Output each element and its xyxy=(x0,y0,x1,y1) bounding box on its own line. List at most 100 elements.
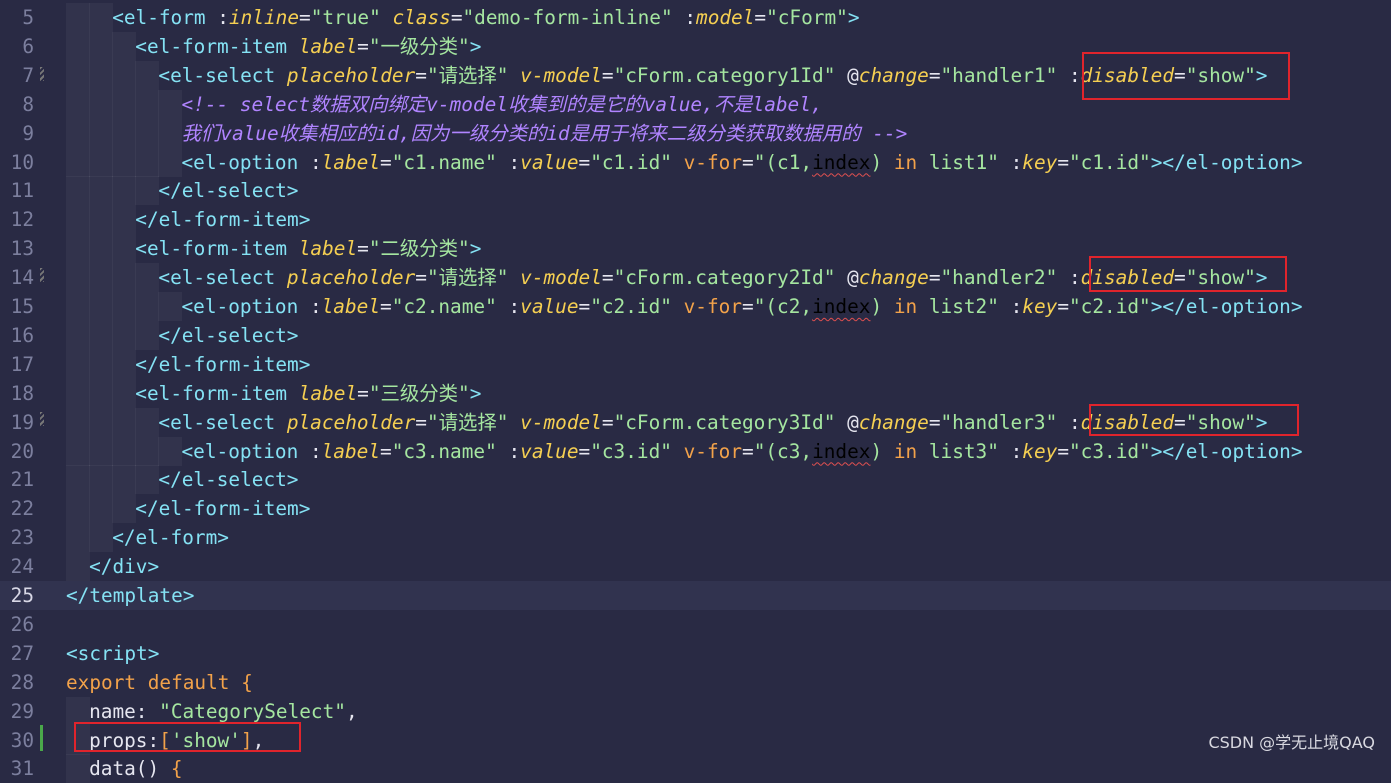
code-token: : xyxy=(1068,63,1081,87)
code-text: </template> xyxy=(66,581,194,610)
line-number: 18 xyxy=(10,381,34,405)
code-line[interactable]: 15 <el-option :label="c2.name" :value="c2… xyxy=(0,292,1391,321)
line-number: 13 xyxy=(10,237,34,261)
code-token: = xyxy=(754,6,767,29)
watermark: CSDN @学无止境QAQ xyxy=(1208,733,1375,752)
code-token: <el-select xyxy=(158,410,276,434)
indent-guide xyxy=(158,436,183,466)
code-line[interactable]: 25 </template> xyxy=(0,581,1391,610)
code-token: : xyxy=(309,439,322,463)
code-line[interactable]: 12 </el-form-item> xyxy=(0,205,1391,235)
indent-guide xyxy=(66,176,90,206)
code-token: : xyxy=(309,295,322,318)
code-text: </el-form> xyxy=(112,523,229,552)
code-token: = xyxy=(415,410,427,434)
indent-guide xyxy=(89,523,114,553)
code-token: ></el-option> xyxy=(1150,150,1303,174)
code-token: <el-select xyxy=(158,266,276,290)
git-modified-stripe xyxy=(40,67,44,81)
code-token: "demo-form-inline" xyxy=(462,6,673,29)
code-line[interactable]: 23 </el-form> xyxy=(0,523,1391,553)
code-token: "请选择" xyxy=(426,63,509,87)
code-text: </el-form-item> xyxy=(135,350,310,379)
code-line[interactable]: 31 data() { xyxy=(0,754,1391,783)
indent-guide xyxy=(66,292,90,321)
code-token: </el-form> xyxy=(112,526,229,550)
code-token: <!-- select数据双向绑定v-model收集到的是它的value,不是l… xyxy=(181,92,823,116)
code-token: "true" xyxy=(310,6,381,29)
code-editor[interactable]: 5 <el-form :inline="true" class="demo-for… xyxy=(0,0,1391,783)
indent-guide xyxy=(135,465,160,495)
code-token: value xyxy=(520,439,579,463)
code-text: </el-select> xyxy=(158,176,298,205)
code-line[interactable]: 5 <el-form :inline="true" class="demo-for… xyxy=(0,3,1391,32)
code-line[interactable]: 10 <el-option :label="c1.name" :value="c1… xyxy=(0,147,1391,177)
code-token: ) xyxy=(870,439,883,463)
indent-guide xyxy=(89,263,114,293)
indent-guide xyxy=(135,176,160,206)
code-line[interactable]: 17 </el-form-item> xyxy=(0,349,1391,379)
code-token: export xyxy=(66,670,137,694)
indent-guide xyxy=(135,118,160,148)
code-token: , xyxy=(345,699,358,723)
code-token: "(c2, xyxy=(753,295,813,318)
code-token: "c1.id" xyxy=(1069,150,1151,174)
code-text: </el-select> xyxy=(158,465,298,494)
line-number: 24 xyxy=(10,555,34,579)
code-line[interactable]: 20 <el-option :label="c3.name" :value="c3… xyxy=(0,436,1391,466)
indent-guide xyxy=(112,176,137,206)
code-token: = xyxy=(578,439,591,463)
code-token: model xyxy=(696,6,755,29)
code-token: @ xyxy=(847,410,859,434)
code-line[interactable]: 26 xyxy=(0,610,1391,639)
code-token: "handler1" xyxy=(940,63,1058,87)
code-line[interactable]: 27 <script> xyxy=(0,639,1391,668)
indent-guide xyxy=(66,552,90,582)
code-text: <el-form-item label="二级分类"> xyxy=(135,234,481,263)
code-line[interactable]: 21 </el-select> xyxy=(0,465,1391,495)
code-token: v-model xyxy=(520,266,602,290)
indent-guide xyxy=(112,118,137,148)
indent-guide xyxy=(135,436,160,466)
code-line[interactable]: 24 </div> xyxy=(0,552,1391,582)
code-token: "(c3, xyxy=(753,439,813,463)
code-token: "c3.id" xyxy=(590,439,672,463)
indent-guide xyxy=(158,118,183,148)
code-token: = xyxy=(578,295,591,318)
code-token: "(c1, xyxy=(753,150,813,174)
line-number: 7 xyxy=(22,63,34,87)
code-line[interactable]: 16 </el-select> xyxy=(0,320,1391,350)
code-token: in xyxy=(893,150,918,174)
code-token: </el-select> xyxy=(158,179,299,203)
indent-guide xyxy=(89,89,114,119)
code-token: : xyxy=(1068,266,1081,290)
code-token: <el-form-item xyxy=(135,34,288,58)
code-token: = xyxy=(380,295,392,318)
code-line[interactable]: 22 </el-form-item> xyxy=(0,494,1391,524)
indent-guide xyxy=(66,263,90,293)
code-token: ></el-option> xyxy=(1150,295,1303,318)
code-token: in xyxy=(893,295,918,318)
code-line[interactable]: 28 export default { xyxy=(0,668,1391,697)
code-token: "c2.name" xyxy=(391,295,497,318)
indent-guide xyxy=(135,292,160,321)
code-token: = xyxy=(742,150,754,174)
code-text: data() { xyxy=(89,754,182,783)
code-token: = xyxy=(357,34,369,58)
line-number: 26 xyxy=(10,612,34,636)
code-line[interactable]: 9 我们value收集相应的id,因为一级分类的id是用于将来二级分类获取数据用的… xyxy=(0,118,1391,148)
code-line[interactable]: 11 </el-select> xyxy=(0,176,1391,206)
code-token: = xyxy=(601,410,614,434)
code-token: placeholder xyxy=(286,266,416,290)
code-token: : xyxy=(508,150,521,174)
code-token: "c2.id" xyxy=(1069,295,1151,318)
indent-guide xyxy=(66,89,90,119)
indent-guide xyxy=(89,292,114,321)
